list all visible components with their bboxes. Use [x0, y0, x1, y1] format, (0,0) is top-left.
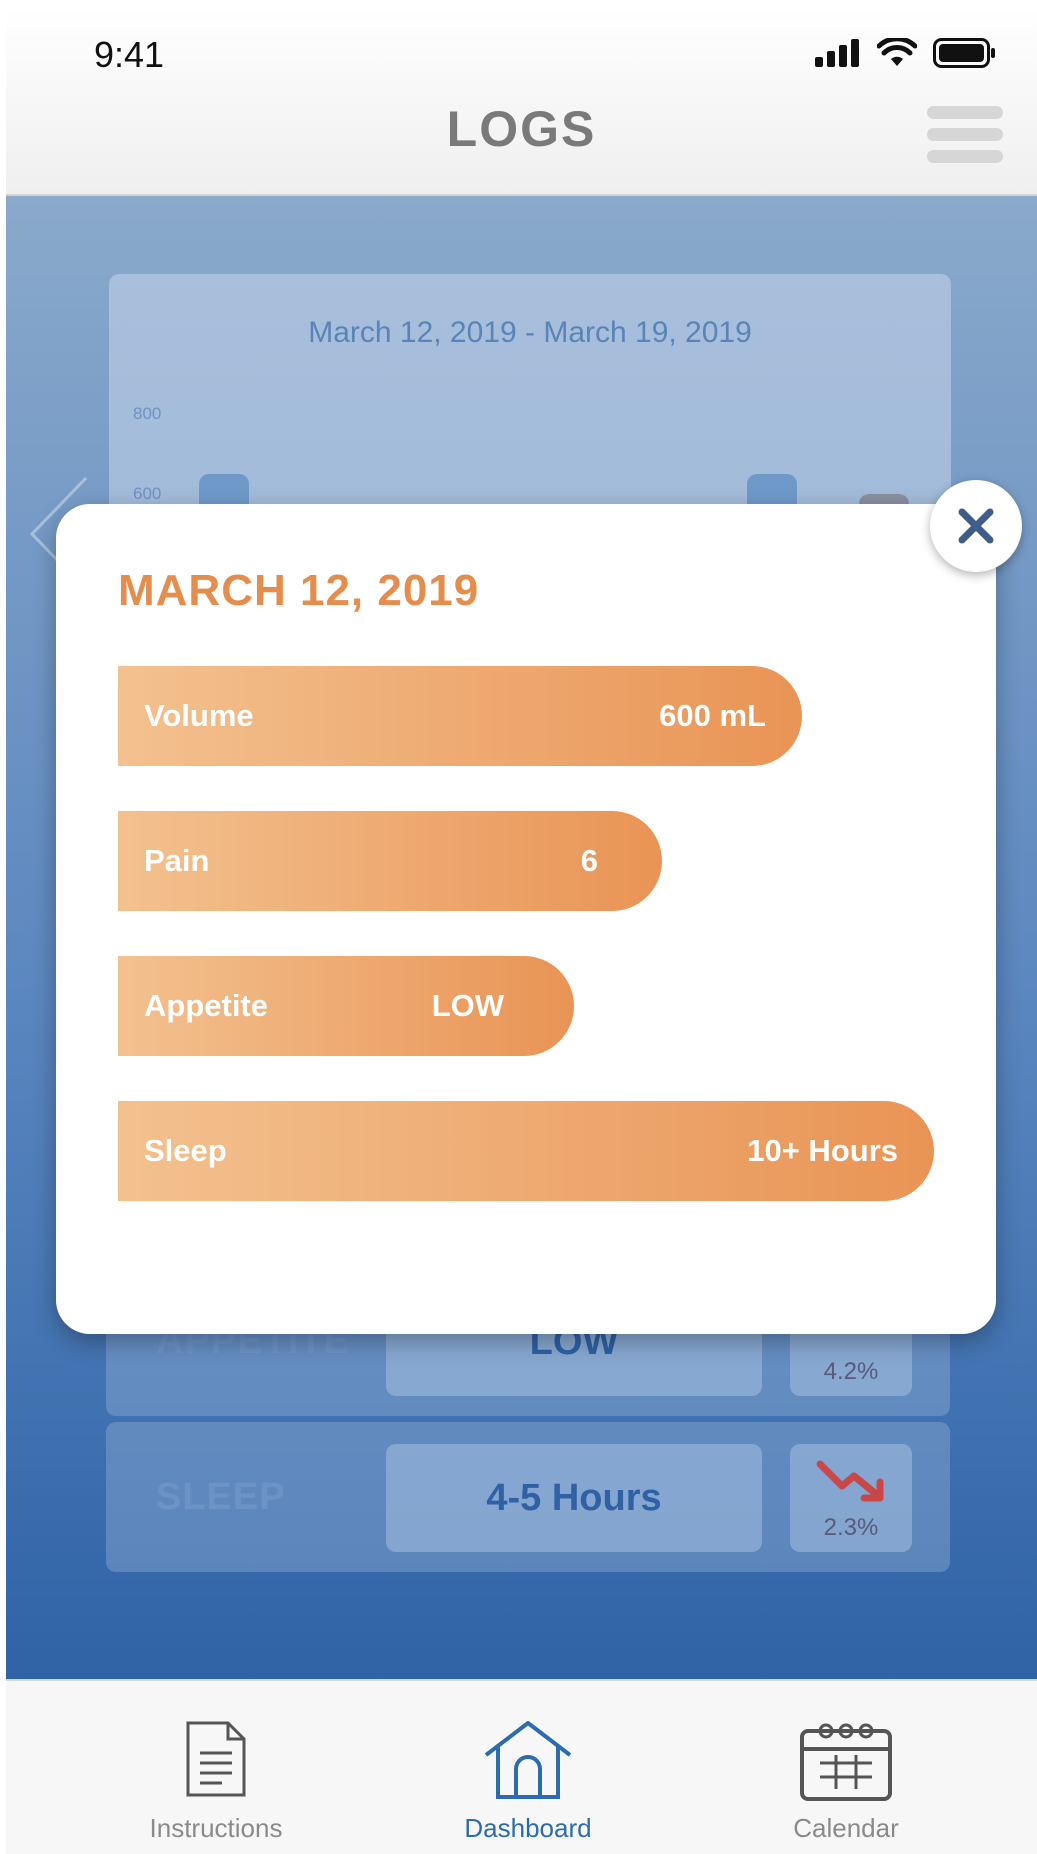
- document-icon: [186, 1721, 246, 1797]
- menu-icon[interactable]: [927, 106, 1003, 166]
- tab-calendar[interactable]: Calendar: [721, 1681, 971, 1854]
- pain-bar: Pain 6: [118, 811, 662, 911]
- bar-label: Sleep: [144, 1133, 227, 1168]
- appetite-bar: Appetite LOW: [118, 956, 574, 1056]
- bar-value: 600 mL: [659, 698, 766, 733]
- y-tick-label: 600: [133, 484, 162, 503]
- metric-change-percent: 2.3%: [823, 1514, 879, 1541]
- signal-icon: [815, 39, 859, 67]
- metric-change-percent: 4.2%: [823, 1358, 879, 1385]
- bar-value: 10+ Hours: [747, 1133, 898, 1168]
- trend-down-icon: [816, 1460, 884, 1502]
- tab-label: Dashboard: [464, 1813, 592, 1843]
- wifi-icon: [877, 38, 917, 66]
- tab-label: Calendar: [793, 1813, 899, 1843]
- metric-change: 2.3%: [790, 1444, 912, 1552]
- bar-label: Pain: [144, 843, 210, 878]
- battery-icon: [933, 38, 995, 68]
- bar-label: Volume: [144, 698, 254, 733]
- bar-label: Appetite: [144, 988, 268, 1023]
- header: 9:41 LOGS: [6, 8, 1037, 196]
- y-tick-label: 800: [133, 404, 162, 423]
- metric-label: SLEEP: [156, 1476, 286, 1518]
- status-icons: [815, 38, 997, 68]
- phone-screen: 9:41 LOGS March 12, 2019 - March 19, 201…: [6, 8, 1037, 1854]
- home-icon: [484, 1721, 572, 1799]
- sleep-bar: Sleep 10+ Hours: [118, 1101, 934, 1201]
- tab-bar: Instructions Dashboard Calendar: [6, 1679, 1037, 1854]
- chart-date-range: March 12, 2019 - March 19, 2019: [308, 316, 752, 349]
- bar-value: 6: [580, 843, 598, 878]
- calendar-icon: [800, 1723, 892, 1801]
- tab-instructions[interactable]: Instructions: [91, 1681, 341, 1854]
- close-button[interactable]: [930, 480, 1022, 572]
- metric-row-sleep[interactable]: SLEEP 4-5 Hours 2.3%: [106, 1422, 950, 1572]
- bar-value: LOW: [431, 988, 504, 1023]
- volume-bar: Volume 600 mL: [118, 666, 802, 766]
- metric-value: 4-5 Hours: [386, 1444, 762, 1552]
- modal-title: MARCH 12, 2019: [118, 566, 480, 615]
- page-title: LOGS: [446, 101, 597, 157]
- day-detail-modal: MARCH 12, 2019 Volume 600 mL Pain 6 Appe…: [56, 504, 996, 1334]
- status-time: 9:41: [94, 34, 165, 75]
- close-icon: [958, 508, 994, 544]
- tab-label: Instructions: [149, 1813, 283, 1843]
- tab-dashboard[interactable]: Dashboard: [403, 1681, 653, 1854]
